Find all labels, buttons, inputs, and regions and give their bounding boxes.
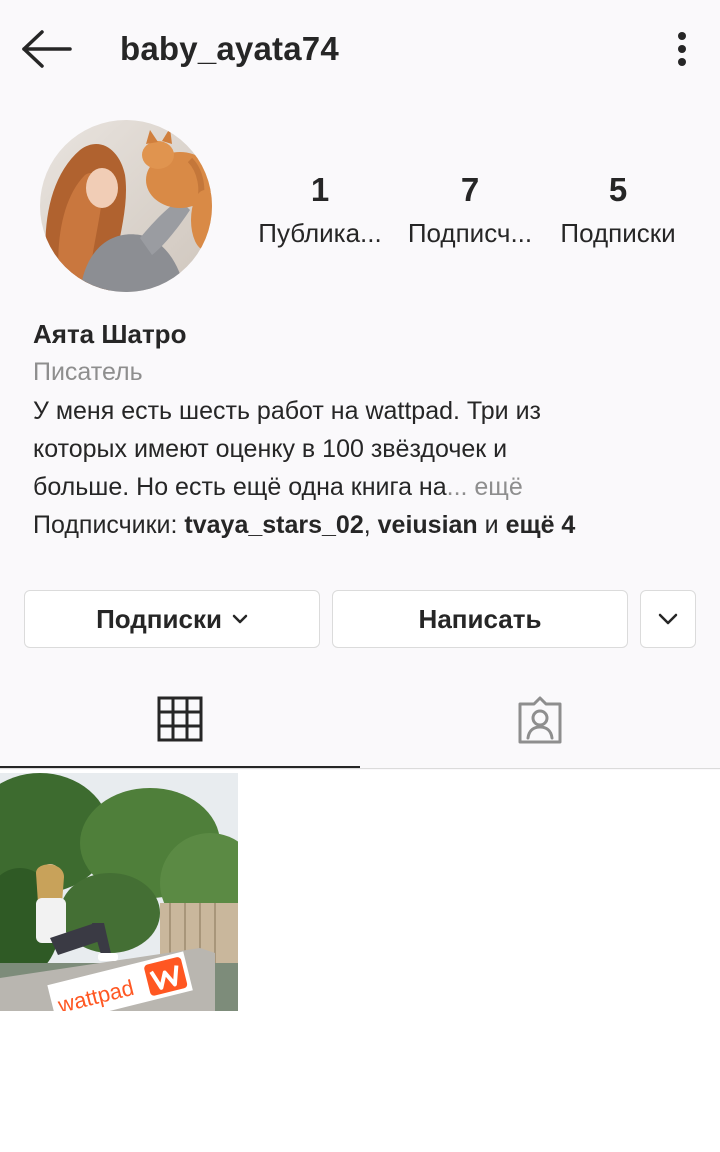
follower-link[interactable]: veiusian	[378, 511, 478, 539]
stat-followers-label: Подписч...	[407, 218, 533, 248]
profile-avatar[interactable]	[40, 120, 212, 292]
follower-link[interactable]: tvaya_stars_02	[184, 511, 363, 539]
message-button-label: Написать	[418, 603, 542, 634]
profile-tabs	[0, 672, 720, 770]
tab-posts-grid[interactable]	[0, 672, 360, 768]
more-vertical-icon	[678, 32, 686, 66]
followers-and: и	[477, 511, 506, 539]
stat-posts[interactable]: 1 Публика...	[252, 170, 388, 250]
stat-followers[interactable]: 7 Подписч...	[402, 170, 538, 250]
following-button-label: Подписки	[96, 603, 222, 634]
message-button[interactable]: Написать	[332, 590, 628, 648]
bio-more-link[interactable]: ... ещё	[447, 473, 523, 501]
suggested-accounts-button[interactable]	[640, 590, 696, 648]
bio-line: больше. Но есть ещё одна книга на... ещё	[33, 468, 693, 506]
profile-bio: Аята Шатро Писатель У меня есть шесть ра…	[33, 316, 693, 544]
stat-posts-label: Публика...	[258, 218, 382, 248]
stat-following-label: Подписки	[560, 218, 676, 248]
stat-followers-count: 7	[460, 171, 480, 208]
more-options-button[interactable]	[664, 28, 700, 70]
bio-text: У меня есть шесть работ на wattpad. Три …	[33, 392, 693, 506]
stat-following[interactable]: 5 Подписки	[550, 170, 686, 250]
followed-by[interactable]: Подписчики: tvaya_stars_02, veiusian и е…	[33, 506, 693, 544]
followers-separator: ,	[363, 511, 378, 539]
arrow-left-icon	[22, 30, 72, 68]
stat-following-count: 5	[608, 171, 628, 208]
followers-others-link[interactable]: ещё 4	[506, 511, 576, 539]
tab-tagged[interactable]	[360, 672, 720, 768]
chevron-down-icon	[232, 614, 248, 624]
following-button[interactable]: Подписки	[24, 590, 320, 648]
followed-by-prefix: Подписчики:	[33, 511, 185, 539]
bio-line-text: больше. Но есть ещё одна книга на	[33, 473, 447, 501]
tagged-person-icon	[518, 696, 562, 744]
stat-posts-count: 1	[310, 171, 330, 208]
chevron-down-icon	[658, 613, 678, 625]
post-thumbnail[interactable]: wattpad	[0, 773, 238, 1011]
bio-line: У меня есть шесть работ на wattpad. Три …	[33, 397, 542, 425]
grid-icon	[157, 696, 203, 742]
back-button[interactable]	[20, 28, 74, 70]
profile-username: baby_ayata74	[120, 30, 339, 67]
profile-category: Писатель	[33, 358, 143, 386]
tabs-divider	[0, 768, 720, 769]
app-header: baby_ayata74	[0, 0, 720, 100]
bio-line: которых имеют оценку в 100 звёздочек и	[33, 435, 508, 463]
profile-full-name: Аята Шатро	[33, 319, 187, 349]
